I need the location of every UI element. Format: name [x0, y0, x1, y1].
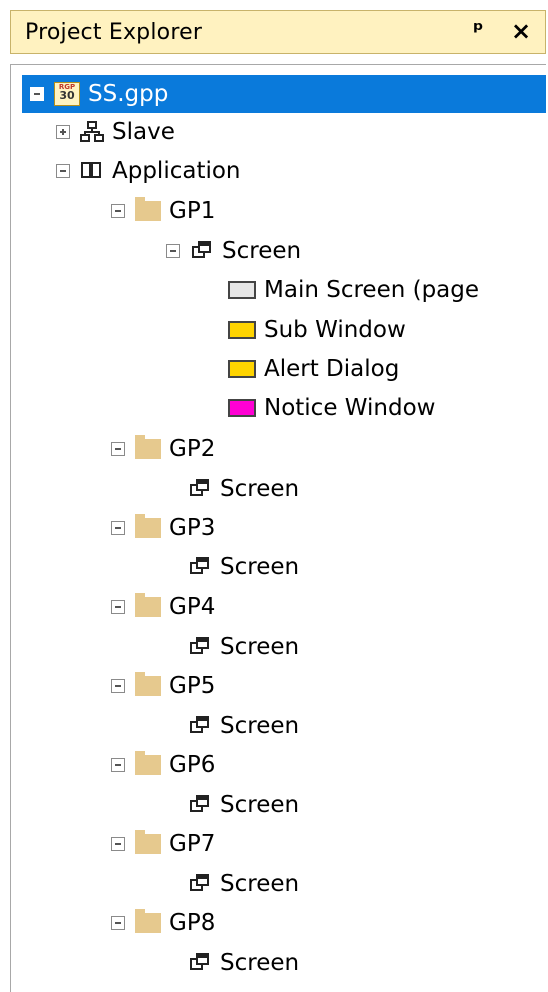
tree-item-gp1[interactable]: GP1	[111, 192, 215, 230]
tree-item-gp7-screen[interactable]: Screen	[188, 865, 299, 903]
screen-icon	[188, 636, 212, 658]
screen-icon	[188, 478, 212, 500]
window-color-icon	[228, 321, 256, 339]
tree-item-label: GP5	[169, 673, 216, 699]
collapse-toggle[interactable]	[111, 204, 125, 218]
tree-item-gp5[interactable]: GP5	[111, 667, 215, 705]
project-tree[interactable]	[10, 64, 546, 992]
project-icon: RGP 30	[54, 82, 80, 106]
collapse-toggle[interactable]	[111, 679, 125, 693]
tree-item-gp5-screen[interactable]: Screen	[188, 707, 299, 745]
tree-item-notice-window[interactable]: Notice Window	[228, 389, 435, 427]
collapse-toggle[interactable]	[166, 244, 180, 258]
tree-item-main-screen[interactable]: Main Screen (page	[228, 271, 479, 309]
folder-icon	[135, 909, 161, 933]
screen-icon	[190, 240, 214, 262]
collapse-toggle[interactable]	[111, 442, 125, 456]
tree-item-label: GP8	[169, 910, 216, 936]
screen-color-icon	[228, 281, 256, 299]
tree-item-label: SS.gpp	[88, 81, 169, 107]
tree-item-gp4[interactable]: GP4	[111, 588, 215, 626]
folder-icon	[135, 672, 161, 696]
folder-icon	[135, 435, 161, 459]
collapse-toggle[interactable]	[111, 837, 125, 851]
tree-item-label: Screen	[222, 238, 302, 264]
tree-item-slave[interactable]: Slave	[56, 113, 175, 151]
network-icon	[80, 121, 104, 143]
collapse-toggle[interactable]	[111, 521, 125, 535]
tree-item-label: GP6	[169, 752, 216, 778]
tree-item-label: GP3	[169, 515, 216, 541]
tree-item-label: Notice Window	[264, 395, 436, 421]
tree-item-label: GP1	[169, 198, 216, 224]
tree-item-gp3-screen[interactable]: Screen	[188, 548, 299, 586]
window-color-icon	[228, 360, 256, 378]
collapse-toggle[interactable]	[111, 916, 125, 930]
tree-item-label: Screen	[220, 554, 300, 580]
tree-item-gp7[interactable]: GP7	[111, 825, 215, 863]
tree-item-root[interactable]: RGP 30 SS.gpp	[22, 75, 546, 113]
tree-item-gp6-screen[interactable]: Screen	[188, 786, 299, 824]
screen-icon	[188, 794, 212, 816]
folder-icon	[135, 830, 161, 854]
tree-item-label: Screen	[220, 792, 300, 818]
folder-icon	[135, 514, 161, 538]
close-icon[interactable]: ×	[511, 17, 531, 45]
screen-icon	[188, 715, 212, 737]
folder-icon	[135, 593, 161, 617]
tree-item-gp6[interactable]: GP6	[111, 746, 215, 784]
tree-item-gp2[interactable]: GP2	[111, 430, 215, 468]
collapse-toggle[interactable]	[111, 758, 125, 772]
window-color-icon	[228, 399, 256, 417]
collapse-toggle[interactable]	[111, 600, 125, 614]
tree-item-label: Sub Window	[264, 317, 406, 343]
folder-icon	[135, 197, 161, 221]
folder-icon	[135, 751, 161, 775]
book-icon	[80, 161, 104, 181]
tree-item-label: Screen	[220, 950, 300, 976]
tree-item-gp1-screen[interactable]: Screen	[166, 232, 301, 270]
expand-toggle[interactable]	[56, 125, 70, 139]
tree-item-label: Screen	[220, 634, 300, 660]
tree-item-label: Main Screen (page	[264, 277, 480, 303]
tree-item-gp8-screen[interactable]: Screen	[188, 944, 299, 982]
tree-item-label: GP2	[169, 436, 216, 462]
tree-item-gp4-screen[interactable]: Screen	[188, 628, 299, 666]
tree-item-gp3[interactable]: GP3	[111, 509, 215, 547]
tree-item-alert-dialog[interactable]: Alert Dialog	[228, 350, 399, 388]
tree-item-label: Application	[112, 158, 241, 184]
tree-item-label: Screen	[220, 871, 300, 897]
panel-title: Project Explorer	[25, 20, 203, 45]
tree-item-label: Screen	[220, 476, 300, 502]
collapse-toggle[interactable]	[30, 87, 44, 101]
tree-item-application[interactable]: Application	[56, 152, 241, 190]
screen-icon	[188, 873, 212, 895]
collapse-toggle[interactable]	[56, 164, 70, 178]
screen-icon	[188, 556, 212, 578]
tree-item-label: GP4	[169, 594, 216, 620]
pin-icon[interactable]: ᵖ	[473, 18, 484, 43]
tree-item-gp2-screen[interactable]: Screen	[188, 470, 299, 508]
screen-icon	[188, 952, 212, 974]
tree-item-label: Screen	[220, 713, 300, 739]
tree-item-label: GP7	[169, 831, 216, 857]
tree-item-gp8[interactable]: GP8	[111, 904, 215, 942]
tree-item-sub-window[interactable]: Sub Window	[228, 311, 406, 349]
panel-header: Project Explorer ᵖ ×	[10, 10, 546, 54]
tree-item-label: Slave	[112, 119, 175, 145]
tree-item-label: Alert Dialog	[264, 356, 400, 382]
